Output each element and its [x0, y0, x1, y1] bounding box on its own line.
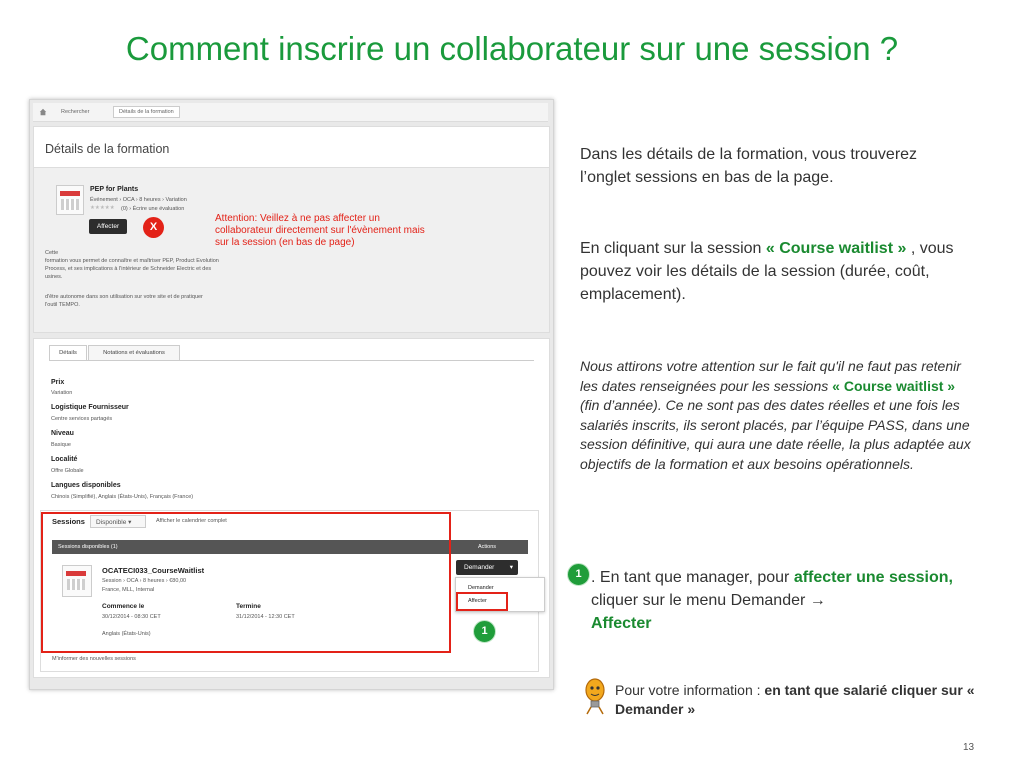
info-note: Pour votre information : en tant que sal… — [615, 681, 975, 719]
detail-label: Niveau — [51, 430, 74, 437]
course-name[interactable]: PEP for Plants — [90, 186, 138, 193]
page-header: Détails de la formation — [34, 127, 549, 168]
notify-sessions-link[interactable]: M'informer des nouvelles sessions — [52, 656, 136, 662]
detail-value: Basique — [51, 442, 71, 448]
rating-link[interactable]: (0) › Écrire une évaluation — [121, 206, 184, 212]
manager-instruction: . En tant que manager, pour affecter une… — [591, 566, 971, 635]
actions-header: Actions — [478, 544, 497, 550]
course-description: Process, et ses implications à l'intérie… — [45, 266, 212, 272]
session-paragraph-text: En cliquant sur la session — [580, 240, 766, 257]
request-button[interactable]: Demander ▾ — [456, 560, 518, 575]
detail-value: Centre services partagés — [51, 416, 113, 422]
info-note-text: Pour votre information : — [615, 682, 765, 698]
manager-instruction-text: . En tant que manager, pour — [591, 569, 794, 586]
affect-highlight: Affecter — [591, 615, 652, 632]
step-one-badge: 1 — [567, 563, 590, 586]
chevron-down-icon: ▾ — [509, 564, 513, 571]
attention-note: Attention: Veillez à ne pas affecter un … — [215, 213, 425, 248]
page-number: 13 — [963, 742, 975, 753]
detail-label: Prix — [51, 379, 65, 386]
x-badge: X — [143, 217, 164, 238]
step-one-badge: 1 — [473, 620, 496, 643]
breadcrumb-item-details[interactable]: Détails de la formation — [113, 106, 180, 118]
detail-value: Chinois (Simplifié), Anglais (États-Unis… — [51, 494, 194, 500]
course-description: formation vous permet de connaître et ma… — [45, 258, 219, 264]
detail-label: Localité — [51, 456, 78, 463]
page-title: Détails de la formation — [45, 142, 170, 156]
session-paragraph: En cliquant sur la session « Course wait… — [580, 237, 970, 306]
course-calendar-icon — [56, 185, 84, 215]
arrow-right-icon: → — [809, 592, 826, 609]
manager-instruction-text: cliquer sur le menu Demander — [591, 592, 810, 609]
detail-label: Logistique Fournisseur — [51, 404, 129, 411]
course-waitlist-highlight: « Course waitlist » — [832, 377, 956, 394]
sessions-highlight-frame — [41, 512, 451, 653]
affect-course-button[interactable]: Affecter — [89, 219, 127, 234]
slide-title: Comment inscrire un collaborateur sur un… — [125, 30, 899, 67]
rating-stars-icon: ★★★★★ — [90, 205, 115, 211]
tab-ratings[interactable]: Notations et évaluations — [88, 345, 180, 361]
intro-paragraph: Dans les détails de la formation, vous t… — [580, 146, 918, 186]
lightbulb-mascot-icon — [585, 678, 605, 715]
breadcrumb-item-search[interactable]: Rechercher — [61, 109, 89, 115]
course-meta: Événement › OCA › 8 heures › Variation — [90, 197, 187, 203]
course-description: usines. — [45, 274, 63, 280]
request-button-label: Demander — [464, 564, 495, 571]
course-waitlist-highlight: « Course waitlist » — [765, 240, 907, 257]
detail-label: Langues disponibles — [51, 482, 121, 489]
course-description: d'être autonome dans son utilisation sur… — [45, 294, 203, 300]
tab-details[interactable]: Détails — [49, 345, 87, 361]
course-description: Cette — [45, 250, 59, 256]
breadcrumb: Rechercher Détails de la formation — [33, 103, 548, 122]
detail-value: Variation — [51, 390, 73, 396]
course-description: l'outil TEMPO. — [45, 302, 80, 308]
affect-session-highlight: affecter une session, — [793, 569, 953, 586]
home-icon[interactable] — [39, 108, 47, 116]
detail-value: Offre Globale — [51, 468, 84, 474]
menu-item-request[interactable]: Demander — [468, 585, 494, 591]
dates-warning-paragraph: Nous attirons votre attention sur le fai… — [580, 357, 975, 474]
affect-highlight-frame — [456, 592, 508, 611]
dates-warning-text: (fin d’année). Ce ne sont pas des dates … — [580, 397, 971, 472]
